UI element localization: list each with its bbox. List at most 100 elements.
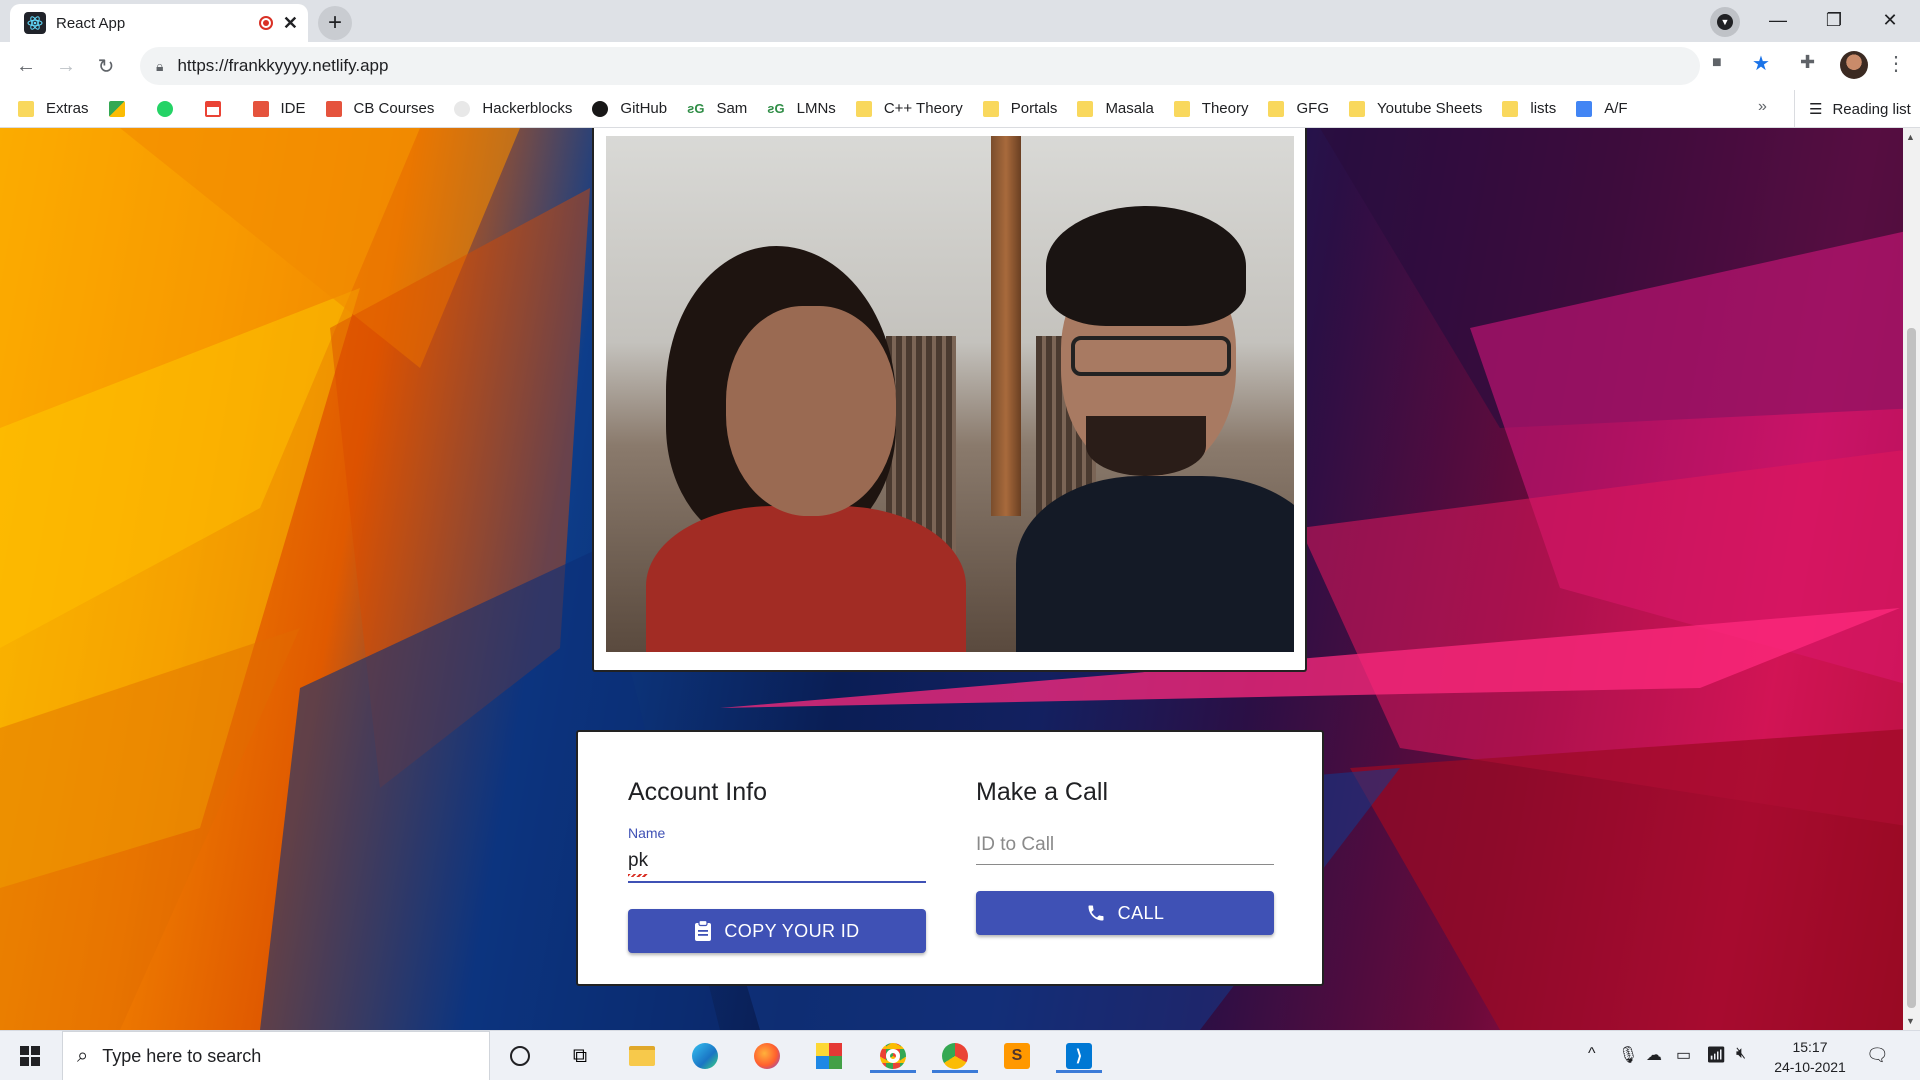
bookmark-af[interactable]: A/F [1576,100,1628,117]
onedrive-icon[interactable]: ☁ [1646,1045,1662,1065]
bookmarks-bar: Extras IDE CB Courses Hackerblocks GitHu… [0,90,1920,128]
clipboard-icon [694,920,712,942]
microphone-icon[interactable]: 🎙︎ [1618,1045,1638,1065]
copy-id-button[interactable]: COPY YOUR ID [628,909,926,953]
bookmark-github[interactable]: GitHub [592,100,667,117]
chrome-profile-icon[interactable] [932,1039,978,1073]
bookmark-whatsapp[interactable] [156,100,185,117]
tab-title: React App [56,14,126,32]
folder-icon [1077,100,1094,117]
bookmark-portals[interactable]: Portals [982,100,1057,117]
reading-list-icon: ☰ [1809,101,1823,118]
forward-button[interactable]: → [50,50,82,82]
copy-id-label: COPY YOUR ID [724,920,860,941]
folder-icon [1348,100,1365,117]
bookmark-extras[interactable]: Extras [18,100,89,117]
id-to-call-field[interactable] [976,825,1274,865]
video-card [592,128,1307,672]
cortana-icon[interactable] [503,1039,537,1073]
clock-date: 24-10-2021 [1774,1059,1846,1075]
gfg-icon: ƨG [687,100,705,116]
bookmark-cb-courses[interactable]: CB Courses [325,100,434,117]
name-input[interactable] [628,841,926,881]
minimize-button[interactable]: — [1750,4,1806,36]
browser-tab[interactable]: React App ✕ [10,4,308,42]
folder-icon [18,100,34,117]
speaker-muted-icon[interactable]: 🔇︎ [1736,1045,1746,1063]
reading-list-button[interactable]: ☰ Reading list [1794,90,1911,128]
bookmark-ide[interactable]: IDE [252,100,306,117]
reload-button[interactable]: ↻ [90,50,122,82]
firefox-icon[interactable] [750,1039,784,1073]
scroll-up-icon[interactable]: ▲ [1906,132,1915,142]
recording-icon [258,16,273,30]
menu-icon[interactable]: ⋮ [1886,51,1906,76]
folder-icon [1268,100,1285,117]
bookmark-cpp-theory[interactable]: C++ Theory [855,100,963,117]
lock-icon[interactable]: 🔒︎ [156,58,163,75]
bookmark-star-icon[interactable]: ★ [1752,51,1770,76]
hackerblocks-icon [454,100,471,117]
scroll-thumb[interactable] [1907,328,1916,1008]
paint-icon[interactable] [812,1039,846,1073]
react-icon [24,12,46,34]
meet-icon [108,100,125,117]
pillar [991,136,1021,516]
account-info-section: Account Info Name COPY YOUR ID [628,778,926,953]
camera-icon[interactable]: ■ [1712,54,1722,72]
taskbar: ⌕ Type here to search ⧉ S ⟩ ^ 🎙︎ ☁ ▭ 📶︎ … [0,1030,1920,1080]
scroll-down-icon[interactable]: ▼ [1906,1016,1915,1026]
bookmark-masala[interactable]: Masala [1077,100,1154,117]
battery-icon[interactable]: ▭ [1676,1045,1691,1065]
id-to-call-input[interactable] [976,825,1274,865]
chrome-icon[interactable] [870,1039,916,1073]
page-scrollbar[interactable]: ▲ ▼ [1903,128,1920,1030]
bookmark-hackerblocks[interactable]: Hackerblocks [454,100,572,117]
bookmark-lmns[interactable]: ƨG LMNs [767,100,836,117]
bookmark-gmail[interactable] [204,100,233,117]
bookmark-lists[interactable]: lists [1502,100,1556,117]
bookmark-gfg[interactable]: GFG [1268,100,1329,117]
close-window-button[interactable]: ✕ [1862,4,1918,36]
tab-search-button[interactable]: ▼ [1710,7,1740,37]
back-button[interactable]: ← [10,50,42,82]
file-explorer-icon[interactable] [625,1039,659,1073]
start-button[interactable] [10,1041,50,1071]
video-stream[interactable] [606,136,1294,652]
system-clock[interactable]: 15:17 24-10-2021 [1768,1037,1852,1077]
bookmark-sam[interactable]: ƨG Sam [687,100,747,117]
task-view-icon[interactable]: ⧉ [563,1039,597,1073]
docs-icon [1576,100,1593,117]
sublime-text-icon[interactable]: S [1000,1039,1034,1073]
taskbar-search[interactable]: ⌕ Type here to search [62,1031,490,1080]
edge-icon[interactable] [688,1039,722,1073]
vscode-icon[interactable]: ⟩ [1056,1039,1102,1073]
controls-panel: Account Info Name COPY YOUR ID Make a Ca… [576,730,1324,986]
person-right [1016,206,1294,652]
phone-icon [1086,903,1106,923]
folder-icon [855,100,872,117]
github-icon [592,100,609,117]
bookmark-meet[interactable] [108,100,137,117]
bookmark-youtube-sheets[interactable]: Youtube Sheets [1348,100,1482,117]
close-tab-icon[interactable]: ✕ [283,13,298,34]
notification-icon[interactable]: 🗨︎ [1866,1045,1889,1066]
clock-time: 15:17 [1792,1039,1828,1055]
address-bar[interactable]: 🔒︎ https://frankkyyyy.netlify.app [140,47,1700,85]
call-button[interactable]: CALL [976,891,1274,935]
profile-avatar[interactable] [1840,51,1868,79]
bookmarks-overflow-icon[interactable]: » [1758,98,1767,116]
folder-icon [1173,100,1190,117]
whatsapp-icon [156,100,173,117]
wifi-icon[interactable]: 📶︎ [1706,1045,1726,1065]
extensions-icon[interactable]: ✚ [1800,52,1815,73]
restore-button[interactable]: ❐ [1806,4,1862,36]
make-call-heading: Make a Call [976,778,1108,806]
account-info-heading: Account Info [628,778,767,806]
name-field[interactable] [628,841,926,883]
tray-overflow-icon[interactable]: ^ [1588,1045,1596,1063]
windows-icon [20,1046,40,1066]
new-tab-button[interactable]: + [318,6,352,40]
bookmark-theory[interactable]: Theory [1173,100,1248,117]
chevron-down-icon: ▼ [1717,14,1733,30]
